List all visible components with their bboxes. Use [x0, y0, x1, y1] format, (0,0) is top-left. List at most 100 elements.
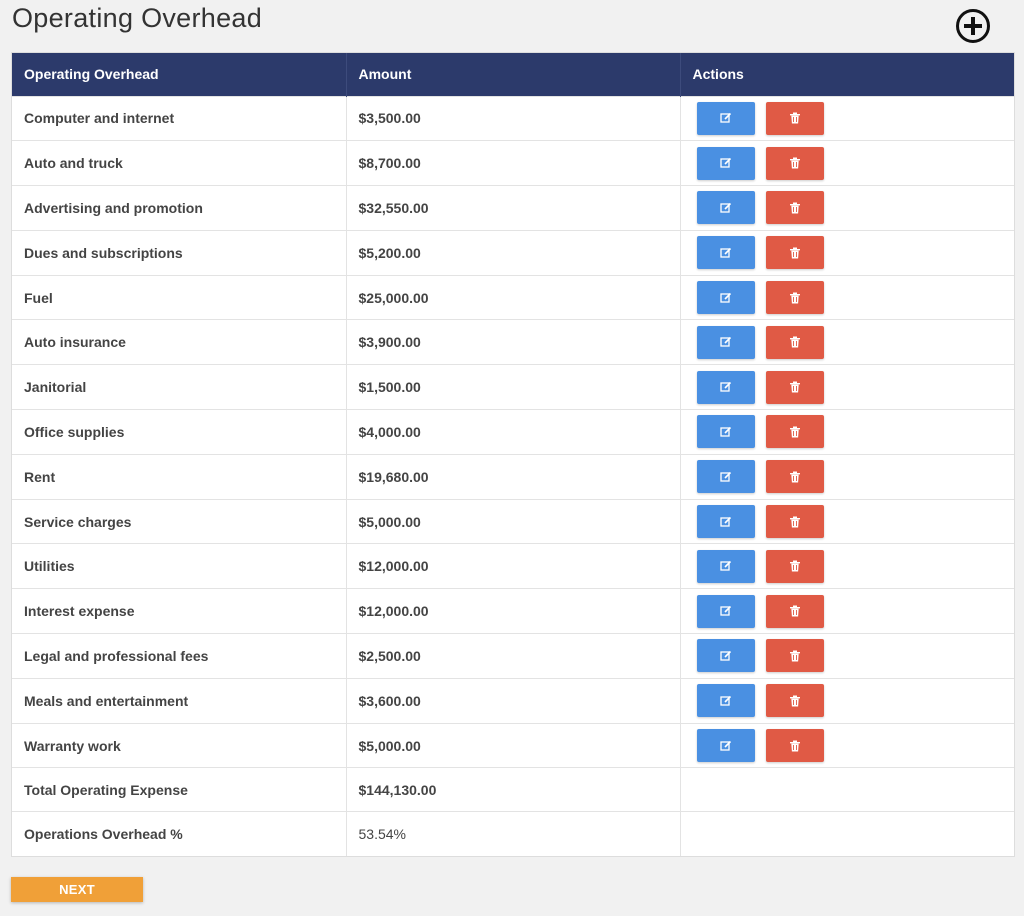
- row-actions: [680, 722, 1014, 768]
- edit-icon: [719, 561, 731, 572]
- edit-button[interactable]: [696, 415, 755, 449]
- row-name: Janitorial: [12, 364, 347, 410]
- edit-button[interactable]: [696, 236, 755, 270]
- row-name: Auto and truck: [12, 140, 347, 186]
- row-name: Dues and subscriptions: [12, 229, 347, 276]
- percent-row: Operations Overhead % 53.54%: [12, 811, 1014, 856]
- next-button[interactable]: NEXT: [11, 877, 143, 902]
- row-name: Warranty work: [12, 722, 347, 768]
- delete-button[interactable]: [765, 370, 824, 404]
- row-amount: $3,600.00: [346, 677, 681, 724]
- edit-icon: [719, 471, 731, 482]
- delete-button[interactable]: [765, 325, 824, 359]
- row-amount: $19,680.00: [346, 453, 681, 500]
- percent-value: 53.54%: [346, 811, 681, 856]
- table-row: Legal and professional fees $2,500.00: [12, 633, 1014, 679]
- delete-button[interactable]: [765, 460, 824, 494]
- edit-button[interactable]: [696, 639, 755, 673]
- row-actions: [680, 543, 1014, 589]
- delete-button[interactable]: [765, 191, 824, 225]
- delete-button[interactable]: [765, 146, 824, 180]
- total-label: Total Operating Expense: [12, 767, 347, 812]
- table-row: Meals and entertainment $3,600.00: [12, 677, 1014, 724]
- edit-button[interactable]: [696, 191, 755, 225]
- overhead-table: Operating Overhead Amount Actions Comput…: [11, 52, 1015, 857]
- delete-button[interactable]: [765, 594, 824, 628]
- delete-button[interactable]: [765, 101, 824, 135]
- delete-button[interactable]: [765, 549, 824, 583]
- edit-button[interactable]: [696, 594, 755, 628]
- row-actions: [680, 140, 1014, 186]
- page-title: Operating Overhead: [12, 3, 263, 33]
- row-actions: [680, 319, 1014, 365]
- edit-button[interactable]: [696, 146, 755, 180]
- edit-button[interactable]: [696, 729, 755, 763]
- row-actions: [680, 453, 1014, 500]
- percent-empty-cell: [680, 811, 1014, 856]
- row-amount: $8,700.00: [346, 140, 681, 186]
- row-actions: [680, 409, 1014, 455]
- edit-icon: [719, 247, 731, 258]
- edit-icon: [719, 292, 731, 303]
- delete-button[interactable]: [765, 415, 824, 449]
- delete-button[interactable]: [765, 236, 824, 270]
- add-item-button[interactable]: [955, 8, 991, 44]
- trash-icon: [789, 336, 800, 348]
- delete-button[interactable]: [765, 639, 824, 673]
- row-amount: $5,000.00: [346, 722, 681, 768]
- edit-button[interactable]: [696, 101, 755, 135]
- delete-button[interactable]: [765, 505, 824, 539]
- row-actions: [680, 185, 1014, 231]
- row-name: Interest expense: [12, 588, 347, 634]
- table-row: Interest expense $12,000.00: [12, 588, 1014, 634]
- edit-button[interactable]: [696, 549, 755, 583]
- table-row: Advertising and promotion $32,550.00: [12, 185, 1014, 231]
- trash-icon: [789, 650, 800, 662]
- delete-button[interactable]: [765, 729, 824, 763]
- trash-icon: [789, 740, 800, 752]
- row-amount: $25,000.00: [346, 274, 681, 320]
- trash-icon: [789, 157, 800, 169]
- row-name: Fuel: [12, 274, 347, 320]
- edit-button[interactable]: [696, 505, 755, 539]
- trash-icon: [789, 381, 800, 393]
- edit-icon: [719, 740, 731, 751]
- row-actions: [680, 364, 1014, 410]
- total-row: Total Operating Expense $144,130.00: [12, 767, 1014, 812]
- trash-icon: [789, 471, 800, 483]
- row-amount: $2,500.00: [346, 633, 681, 679]
- row-name: Rent: [12, 453, 347, 500]
- delete-button[interactable]: [765, 281, 824, 315]
- edit-icon: [719, 382, 731, 392]
- table-row: Rent $19,680.00: [12, 453, 1014, 500]
- edit-button[interactable]: [696, 281, 755, 315]
- column-header-amount: Amount: [346, 53, 681, 96]
- edit-button[interactable]: [696, 684, 755, 718]
- table-row: Auto and truck $8,700.00: [12, 140, 1014, 186]
- trash-icon: [789, 112, 800, 124]
- row-actions: [680, 274, 1014, 320]
- row-name: Meals and entertainment: [12, 677, 347, 724]
- table-header-row: Operating Overhead Amount Actions: [12, 53, 1014, 96]
- row-amount: $5,200.00: [346, 229, 681, 276]
- edit-button[interactable]: [696, 460, 755, 494]
- edit-icon: [719, 695, 731, 706]
- trash-icon: [789, 202, 800, 214]
- row-name: Computer and internet: [12, 95, 347, 141]
- row-name: Office supplies: [12, 409, 347, 455]
- trash-icon: [789, 516, 800, 528]
- edit-icon: [719, 650, 731, 661]
- table-row: Janitorial $1,500.00: [12, 364, 1014, 410]
- edit-icon: [719, 158, 731, 168]
- edit-button[interactable]: [696, 370, 755, 404]
- trash-icon: [789, 695, 800, 707]
- table-row: Warranty work $5,000.00: [12, 722, 1014, 768]
- edit-icon: [719, 202, 731, 213]
- edit-button[interactable]: [696, 325, 755, 359]
- row-amount: $1,500.00: [346, 364, 681, 410]
- row-name: Utilities: [12, 543, 347, 589]
- delete-button[interactable]: [765, 684, 824, 718]
- row-amount: $12,000.00: [346, 543, 681, 589]
- row-name: Service charges: [12, 498, 347, 544]
- table-row: Utilities $12,000.00: [12, 543, 1014, 589]
